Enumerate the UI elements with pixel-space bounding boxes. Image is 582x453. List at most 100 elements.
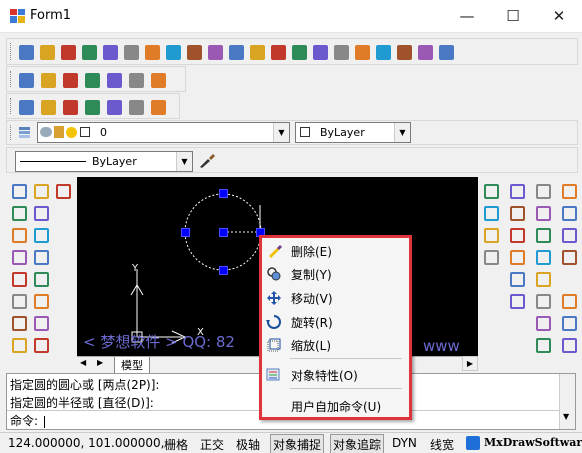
layers-button[interactable] — [394, 42, 414, 62]
eraser-button[interactable] — [436, 42, 456, 62]
pencil-button[interactable] — [126, 97, 146, 117]
dim-diameter-tool[interactable] — [506, 246, 528, 268]
grip-center[interactable] — [219, 228, 228, 237]
insert-tool[interactable] — [8, 268, 30, 290]
scissors-tool[interactable] — [558, 202, 580, 224]
linetype-combo[interactable]: ByLayer ▼ — [15, 151, 193, 172]
corner-tool[interactable] — [532, 224, 554, 246]
arc2-tool[interactable] — [30, 246, 52, 268]
save-button[interactable] — [100, 42, 120, 62]
chamfer-tool[interactable] — [532, 202, 554, 224]
grip-bottom[interactable] — [219, 266, 228, 275]
layer-combo[interactable]: 0 ▼ — [37, 122, 290, 143]
chevron-down-icon[interactable]: ▼ — [176, 152, 192, 171]
grid-toggle[interactable]: 栅格 — [164, 436, 188, 453]
palette-button[interactable] — [373, 42, 393, 62]
image-button[interactable] — [148, 70, 168, 90]
close-button[interactable]: ✕ — [536, 0, 582, 32]
command-scrollbar[interactable]: ▼ — [559, 374, 575, 429]
cloud-tool[interactable] — [558, 290, 580, 312]
point-tool[interactable] — [8, 224, 30, 246]
arc-tool[interactable] — [8, 202, 30, 224]
brush-button[interactable] — [415, 42, 435, 62]
text-tool[interactable] — [8, 290, 30, 312]
search-button[interactable] — [148, 97, 168, 117]
copy2-tool[interactable] — [480, 202, 502, 224]
clock-tool[interactable] — [30, 312, 52, 334]
dim-radius-tool[interactable] — [506, 224, 528, 246]
rectangle-tool[interactable] — [30, 268, 52, 290]
open-button[interactable] — [37, 42, 57, 62]
extend-tool[interactable] — [558, 246, 580, 268]
explode-tool[interactable] — [532, 290, 554, 312]
arrow-tool[interactable] — [30, 202, 52, 224]
lightbulb-button[interactable] — [247, 42, 267, 62]
menu-item-delete[interactable]: 删除(E) — [262, 239, 409, 262]
grip-top[interactable] — [219, 189, 228, 198]
menu-item-user-command[interactable]: 用户自加命令(U) — [262, 394, 409, 417]
polar-toggle[interactable]: 极轴 — [236, 436, 260, 453]
brush-tool[interactable] — [558, 180, 580, 202]
ellipse-tool[interactable] — [30, 180, 52, 202]
menu-item-scale[interactable]: 缩放(L) — [262, 333, 409, 356]
lineweight-toggle[interactable]: 线宽 — [430, 436, 454, 453]
polyline-tool[interactable] — [30, 334, 52, 356]
hammer-button[interactable] — [268, 42, 288, 62]
layer-manager-button[interactable] — [15, 123, 35, 143]
rectangle-button[interactable] — [38, 97, 58, 117]
pdf-button[interactable] — [126, 70, 146, 90]
toolbar-grip[interactable] — [10, 98, 13, 114]
mirror-tool[interactable] — [532, 334, 554, 356]
osnap-toggle[interactable]: 对象捕捉 — [270, 434, 325, 453]
cloud-button[interactable] — [60, 97, 80, 117]
hatch-tool[interactable] — [8, 312, 30, 334]
maximize-button[interactable]: ☐ — [490, 0, 536, 32]
undo-button[interactable] — [16, 70, 36, 90]
fillet-tool[interactable] — [532, 180, 554, 202]
speech-button[interactable] — [82, 97, 102, 117]
copy-obj-tool[interactable] — [480, 180, 502, 202]
ortho-toggle[interactable]: 正交 — [200, 436, 224, 453]
array-tool[interactable] — [558, 312, 580, 334]
offset-tool[interactable] — [532, 268, 554, 290]
scroll-right-arrow[interactable]: ▶ — [462, 356, 478, 371]
measure-angle-button[interactable] — [226, 42, 246, 62]
dim-ordinate-tool[interactable] — [506, 290, 528, 312]
zoom-in-button[interactable] — [289, 42, 309, 62]
dim-angle-tool[interactable] — [506, 268, 528, 290]
block-tool[interactable] — [8, 246, 30, 268]
tab-first-icon[interactable]: ◀ — [80, 358, 86, 367]
pan-button[interactable] — [184, 42, 204, 62]
mtext-tool[interactable] — [8, 334, 30, 356]
menu-item-rotate[interactable]: 旋转(R) — [262, 310, 409, 333]
menu-item-move[interactable]: 移动(V) — [262, 286, 409, 309]
select-tool[interactable] — [8, 180, 30, 202]
layer2-tool[interactable] — [480, 246, 502, 268]
menu-item-copy[interactable]: 复制(Y) — [262, 262, 409, 285]
chevron-down-icon[interactable]: ▼ — [394, 123, 410, 142]
zoom-window-button[interactable] — [142, 42, 162, 62]
globe-button[interactable] — [104, 70, 124, 90]
chevron-down-icon[interactable]: ▼ — [273, 123, 289, 142]
zoom-out-button[interactable] — [310, 42, 330, 62]
print-button[interactable] — [60, 70, 80, 90]
rotate-tool[interactable] — [558, 224, 580, 246]
polygon-tool[interactable] — [30, 224, 52, 246]
tab-prev-icon[interactable]: ▶ — [97, 358, 103, 367]
line-tool[interactable] — [52, 180, 74, 202]
tab-model[interactable]: 模型 — [114, 357, 150, 374]
save-as-button[interactable] — [121, 42, 141, 62]
target-button[interactable] — [104, 97, 124, 117]
grip-left[interactable] — [181, 228, 190, 237]
menu-item-properties[interactable]: 对象特性(O) — [262, 363, 409, 386]
toolbar-grip[interactable] — [10, 71, 13, 87]
toolbar-grip[interactable] — [10, 43, 13, 60]
render-button[interactable] — [82, 70, 102, 90]
toolbar-grip[interactable] — [10, 125, 13, 140]
stretch-tool[interactable] — [532, 312, 554, 334]
color-combo[interactable]: ByLayer ▼ — [295, 122, 411, 143]
tools-button[interactable] — [79, 42, 99, 62]
redo-button[interactable] — [38, 70, 58, 90]
otrack-toggle[interactable]: 对象追踪 — [330, 434, 385, 453]
zoom-realtime-button[interactable] — [163, 42, 183, 62]
